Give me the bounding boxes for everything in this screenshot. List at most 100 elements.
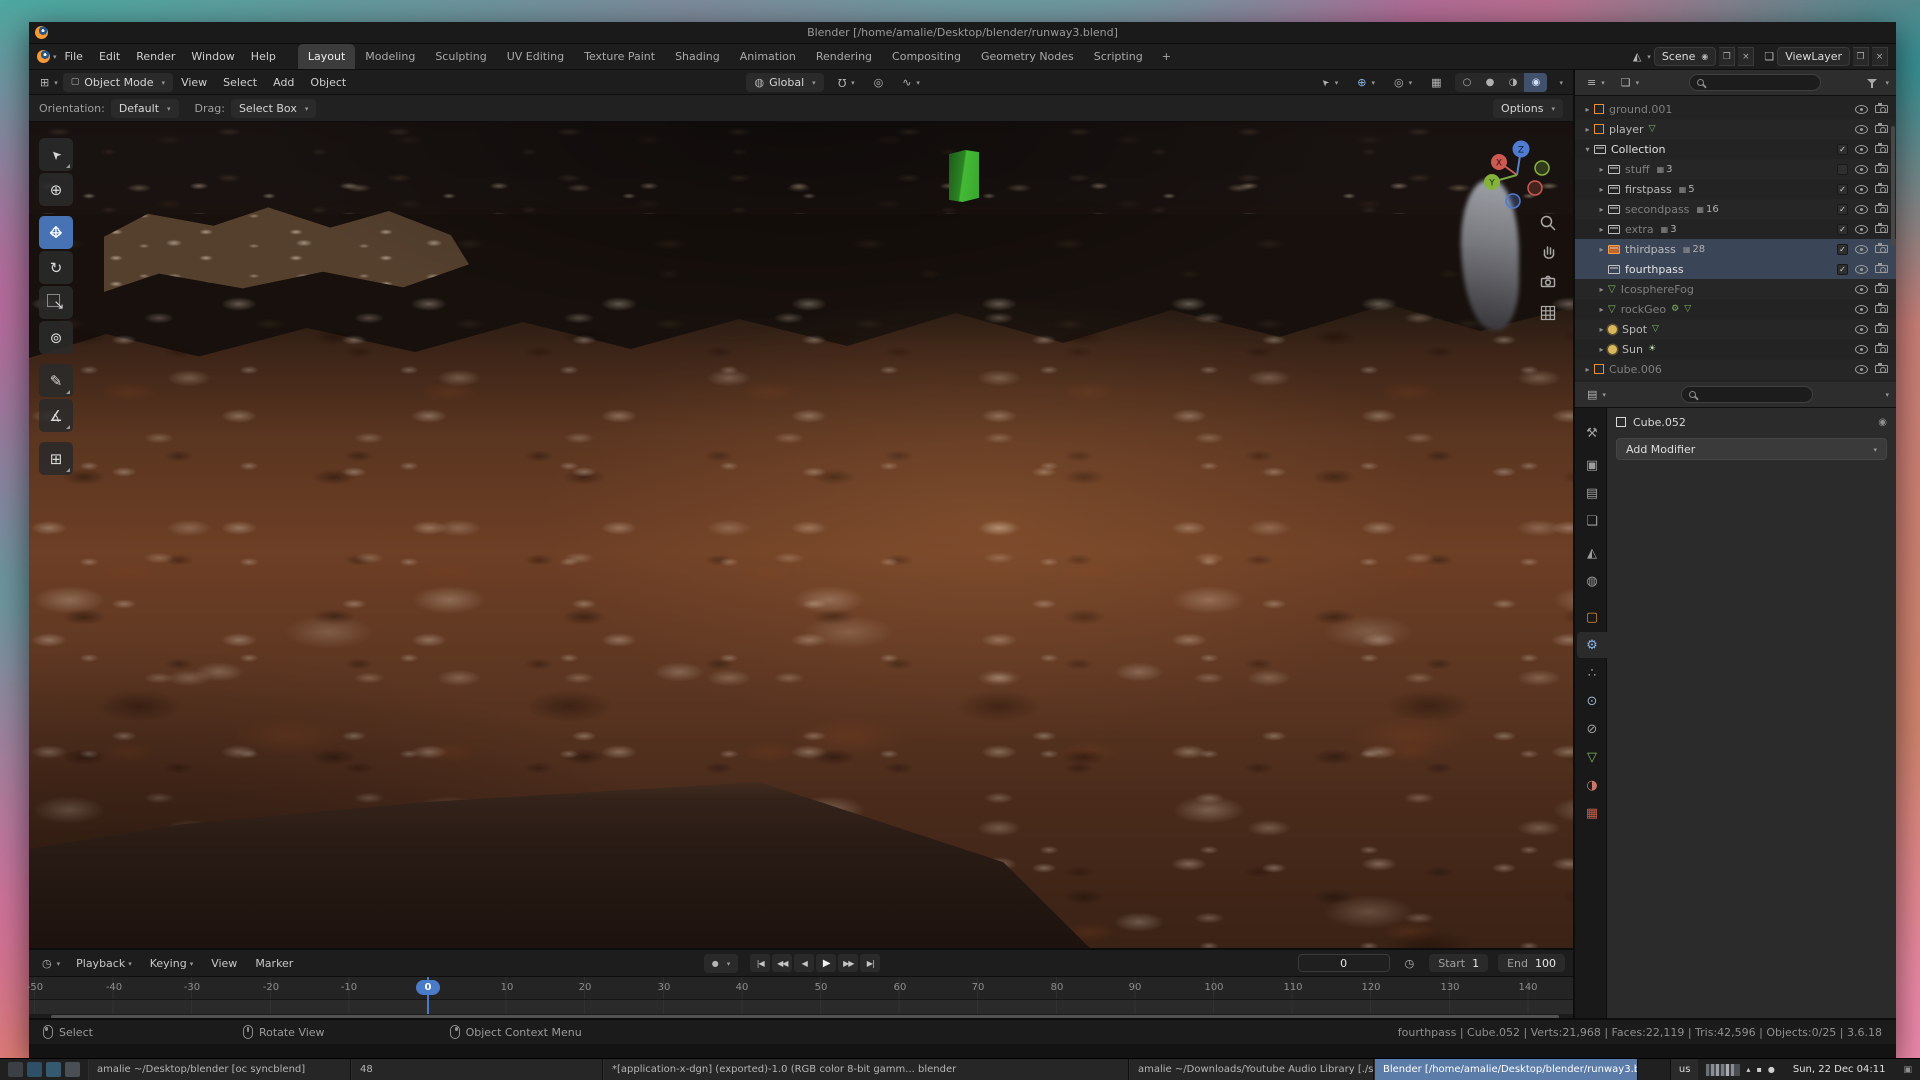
tab-modifiers[interactable]: ⚙ [1577, 632, 1607, 658]
shading-wireframe-button[interactable]: ○ [1455, 73, 1478, 92]
timeline-editor-button[interactable]: ◷ [37, 957, 65, 970]
expand-icon[interactable] [1595, 245, 1608, 254]
scale-tool[interactable]: ↘ [39, 286, 73, 319]
expand-icon[interactable] [1581, 105, 1594, 114]
tab-view-layer[interactable]: ❏ [1577, 508, 1607, 534]
eye-icon[interactable] [1855, 245, 1868, 254]
tab-sculpting[interactable]: Sculpting [425, 44, 496, 69]
expand-icon[interactable] [1595, 165, 1608, 174]
gizmos-dropdown[interactable]: ⊕ [1352, 76, 1380, 89]
menu-help[interactable]: Help [243, 50, 284, 63]
green-plane-object[interactable] [949, 150, 979, 202]
camera-visibility-icon[interactable] [1875, 285, 1888, 293]
outliner-row[interactable]: Collection [1575, 139, 1896, 159]
chevron-down-icon[interactable] [1644, 50, 1651, 63]
expand-icon[interactable] [1595, 185, 1608, 194]
tab-geometry-nodes[interactable]: Geometry Nodes [971, 44, 1084, 69]
menu-marker[interactable]: Marker [248, 957, 300, 970]
pan-hand-button[interactable] [1535, 239, 1561, 265]
expand-icon[interactable] [1595, 325, 1608, 334]
tab-object-data[interactable]: ▽ [1577, 744, 1607, 770]
gizmo-neg-z-axis[interactable] [1506, 194, 1520, 208]
move-tool[interactable]: ↔↕ [39, 216, 73, 249]
checkbox-icon[interactable] [1837, 144, 1848, 155]
expand-icon[interactable] [1595, 305, 1608, 314]
filter-funnel-icon[interactable] [1867, 78, 1877, 88]
camera-visibility-icon[interactable] [1875, 145, 1888, 153]
close-viewlayer-button[interactable]: × [1872, 47, 1888, 66]
tab-material[interactable]: ◑ [1577, 772, 1607, 798]
xray-toggle[interactable]: ▦ [1426, 76, 1446, 89]
taskbar-window-button[interactable]: *[application-x-dgn] (exported)-1.0 (RGB… [603, 1059, 1129, 1080]
eye-icon[interactable] [1855, 165, 1868, 174]
menu-object[interactable]: Object [302, 76, 354, 89]
outliner-search-input[interactable] [1689, 74, 1821, 91]
outliner-row[interactable]: ▽IcosphereFog [1575, 279, 1896, 299]
timeline-track[interactable] [29, 1000, 1573, 1014]
menu-keying[interactable]: Keying [143, 957, 200, 970]
drag-dropdown[interactable]: Select Box [231, 99, 316, 118]
tab-scripting[interactable]: Scripting [1084, 44, 1153, 69]
expand-icon[interactable] [1581, 145, 1594, 154]
viewport-3d[interactable]: ➤ ⊕ ↔↕ ↻ ↘ ⊚ ✎ ∡ ⊞ Z X [29, 122, 1573, 948]
camera-view-button[interactable] [1535, 268, 1561, 294]
expand-icon[interactable] [1595, 225, 1608, 234]
view-navigation-gizmo[interactable]: Z X Y [1475, 129, 1559, 213]
next-keyframe-button[interactable]: ▶▶ [838, 954, 858, 972]
taskbar-app-icon[interactable] [27, 1062, 42, 1077]
chevron-down-icon[interactable] [1883, 76, 1890, 89]
camera-visibility-icon[interactable] [1875, 205, 1888, 213]
new-scene-button[interactable]: ❐ [1719, 47, 1735, 66]
taskbar-window-button-active[interactable]: Blender [/home/amalie/Desktop/blender/ru… [1374, 1059, 1638, 1080]
menu-edit[interactable]: Edit [91, 50, 128, 63]
tab-modeling[interactable]: Modeling [355, 44, 425, 69]
add-modifier-button[interactable]: Add Modifier [1616, 438, 1887, 460]
outliner-display-mode[interactable]: ❏ [1616, 76, 1644, 89]
camera-visibility-icon[interactable] [1875, 305, 1888, 313]
options-dropdown[interactable]: Options [1493, 99, 1563, 118]
eye-icon[interactable] [1855, 125, 1868, 134]
checkbox-icon[interactable] [1837, 224, 1848, 235]
camera-visibility-icon[interactable] [1875, 345, 1888, 353]
outliner-row[interactable]: Spot▽ [1575, 319, 1896, 339]
camera-visibility-icon[interactable] [1875, 105, 1888, 113]
tab-particles[interactable]: ∴ [1577, 660, 1607, 686]
current-frame-indicator[interactable]: 0 [416, 980, 440, 995]
taskbar-window-button[interactable]: amalie ~/Downloads/Youtube Audio Library… [1129, 1059, 1374, 1080]
expand-icon[interactable] [1595, 285, 1608, 294]
tab-tool[interactable]: ⚒ [1577, 420, 1607, 446]
shading-material-button[interactable]: ◑ [1501, 73, 1524, 92]
measure-tool[interactable]: ∡ [39, 399, 73, 432]
scene-icon[interactable]: ◭ [1633, 50, 1641, 63]
tab-texture-paint[interactable]: Texture Paint [574, 44, 665, 69]
keyboard-layout-indicator[interactable]: us [1670, 1059, 1699, 1080]
start-frame-field[interactable]: Start1 [1429, 954, 1488, 972]
clock[interactable]: Sun, 22 Dec 04:11 [1783, 1059, 1896, 1080]
tray-icon[interactable]: ▪ [1756, 1065, 1761, 1074]
end-frame-field[interactable]: End100 [1498, 954, 1565, 972]
outliner-row-active[interactable]: fourthpass [1575, 259, 1896, 279]
outliner-row-selected[interactable]: thirdpass ▦28 [1575, 239, 1896, 259]
autokey-toggle[interactable]: ● [704, 954, 739, 973]
snapping-toggle[interactable]: Ω [833, 76, 860, 89]
chevron-down-icon[interactable] [1882, 388, 1889, 401]
new-viewlayer-button[interactable]: ❐ [1853, 47, 1869, 66]
taskbar-window-button[interactable]: 48 [351, 1059, 603, 1080]
tab-constraints[interactable]: ⊘ [1577, 716, 1607, 742]
eye-icon[interactable] [1855, 185, 1868, 194]
checkbox-icon[interactable] [1837, 244, 1848, 255]
expand-icon[interactable] [1581, 125, 1594, 134]
outliner-row[interactable]: extra ▦3 [1575, 219, 1896, 239]
outliner-row[interactable]: ▽rockGeo⚙▽ [1575, 299, 1896, 319]
expand-icon[interactable] [1595, 205, 1608, 214]
mode-dropdown[interactable]: ▢Object Mode [63, 73, 173, 92]
falloff-dropdown[interactable]: ∿ [897, 76, 925, 89]
eye-icon[interactable] [1855, 225, 1868, 234]
outliner-row[interactable]: stuff ▦3 [1575, 159, 1896, 179]
menu-select[interactable]: Select [215, 76, 265, 89]
properties-editor-button[interactable]: ▤ [1582, 388, 1611, 401]
eye-icon[interactable] [1855, 105, 1868, 114]
camera-visibility-icon[interactable] [1875, 245, 1888, 253]
tab-render[interactable]: ▣ [1577, 452, 1607, 478]
outliner-row[interactable]: Cube.006 [1575, 359, 1896, 379]
